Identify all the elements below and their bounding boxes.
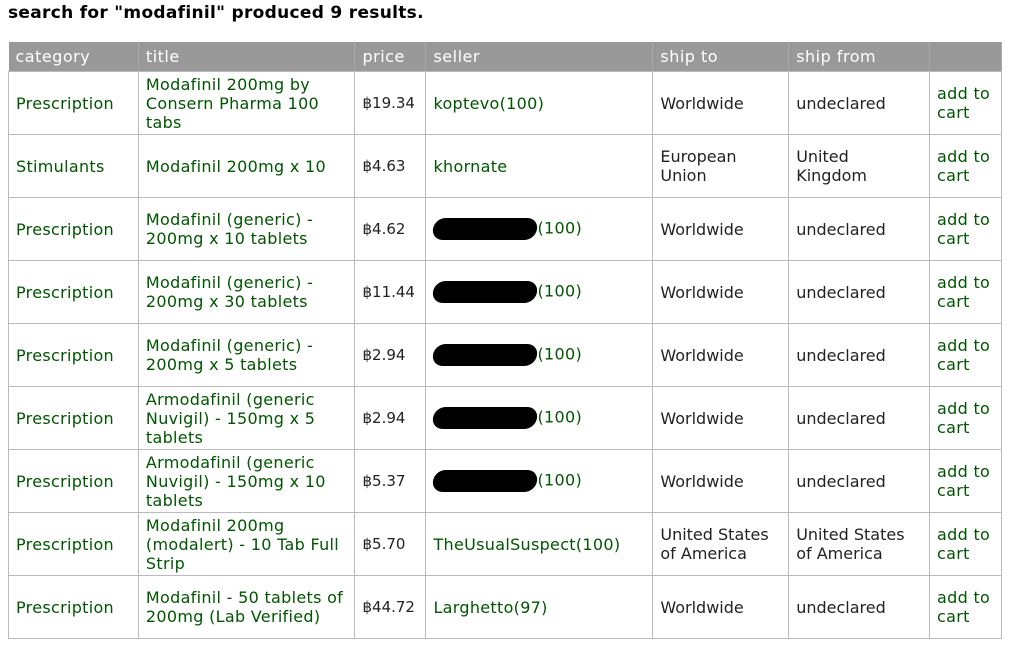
ship-to-cell: United States of America (652, 512, 790, 576)
ship-to-cell: European Union (652, 134, 790, 198)
price-cell: ฿4.62 (354, 197, 427, 261)
table-row: Prescription Modafinil (generic) - 200mg … (8, 260, 1002, 324)
ship-to-cell: Worldwide (652, 449, 790, 513)
results-table: category title price seller ship to ship… (8, 42, 1002, 639)
add-to-cart-link[interactable]: add to cart (929, 575, 1002, 639)
ship-to-cell: Worldwide (652, 260, 790, 324)
listing-title-link[interactable]: Modafinil (generic) - 200mg x 30 tablets (137, 260, 356, 324)
ship-from-cell: United States of America (788, 512, 931, 576)
seller-name: (100) (537, 344, 582, 364)
price-cell: ฿5.70 (354, 512, 427, 576)
seller-name: TheUsualSuspect(100) (433, 534, 621, 554)
seller-name: Larghetto(97) (433, 597, 548, 617)
redaction-mark (431, 470, 540, 492)
seller-name: (100) (537, 281, 582, 301)
table-row: Prescription Modafinil 200mg by Consern P… (8, 71, 1002, 135)
col-header-price: price (354, 42, 427, 72)
category-link[interactable]: Stimulants (8, 134, 139, 198)
listing-title-link[interactable]: Modafinil 200mg x 10 (137, 134, 356, 198)
ship-from-cell: undeclared (788, 323, 931, 387)
page-title: search for "modafinil" produced 9 result… (8, 3, 424, 23)
table-row: Prescription Armodafinil (generic Nuvigil… (8, 449, 1002, 513)
category-link[interactable]: Prescription (8, 449, 139, 513)
table-row: Prescription Modafinil - 50 tablets of 20… (8, 575, 1002, 639)
category-link[interactable]: Prescription (8, 512, 139, 576)
seller-link[interactable]: Larghetto(97) (425, 575, 654, 639)
add-to-cart-link[interactable]: add to cart (929, 449, 1002, 513)
listing-title-link[interactable]: Modafinil (generic) - 200mg x 5 tablets (137, 323, 356, 387)
seller-name: koptevo(100) (433, 93, 545, 113)
seller-link[interactable]: khornate (425, 134, 654, 198)
category-link[interactable]: Prescription (8, 386, 139, 450)
price-cell: ฿44.72 (354, 575, 427, 639)
add-to-cart-link[interactable]: add to cart (929, 260, 1002, 324)
seller-link[interactable]: (100) (425, 386, 654, 450)
category-link[interactable]: Prescription (8, 323, 139, 387)
ship-to-cell: Worldwide (652, 197, 790, 261)
price-cell: ฿19.34 (354, 71, 427, 135)
ship-from-cell: undeclared (788, 71, 931, 135)
seller-name: (100) (537, 470, 582, 490)
add-to-cart-link[interactable]: add to cart (929, 134, 1002, 198)
seller-link[interactable]: TheUsualSuspect(100) (425, 512, 654, 576)
price-cell: ฿5.37 (354, 449, 427, 513)
category-link[interactable]: Prescription (8, 575, 139, 639)
seller-link[interactable]: (100) (425, 260, 654, 324)
redaction-mark (431, 281, 540, 303)
price-cell: ฿2.94 (354, 386, 427, 450)
table-row: Prescription Modafinil (generic) - 200mg … (8, 197, 1002, 261)
add-to-cart-link[interactable]: add to cart (929, 197, 1002, 261)
col-header-action (929, 42, 1002, 72)
price-cell: ฿11.44 (354, 260, 427, 324)
category-link[interactable]: Prescription (8, 71, 139, 135)
listing-title-link[interactable]: Armodafinil (generic Nuvigil) - 150mg x … (137, 449, 356, 513)
ship-from-cell: undeclared (788, 449, 931, 513)
seller-link[interactable]: (100) (425, 197, 654, 261)
redaction-mark (431, 407, 540, 429)
ship-to-cell: Worldwide (652, 386, 790, 450)
seller-link[interactable]: koptevo(100) (425, 71, 654, 135)
add-to-cart-link[interactable]: add to cart (929, 323, 1002, 387)
listing-title-link[interactable]: Armodafinil (generic Nuvigil) - 150mg x … (137, 386, 356, 450)
add-to-cart-link[interactable]: add to cart (929, 512, 1002, 576)
price-cell: ฿4.63 (354, 134, 427, 198)
col-header-ship-from: ship from (788, 42, 931, 72)
category-link[interactable]: Prescription (8, 260, 139, 324)
ship-from-cell: undeclared (788, 386, 931, 450)
table-row: Stimulants Modafinil 200mg x 10 ฿4.63 khorn… (8, 134, 1002, 198)
seller-name: khornate (433, 156, 508, 176)
table-header-row: category title price seller ship to ship… (8, 42, 1002, 72)
ship-to-cell: Worldwide (652, 575, 790, 639)
table-row: Prescription Armodafinil (generic Nuvigil… (8, 386, 1002, 450)
col-header-seller: seller (425, 42, 654, 72)
table-row: Prescription Modafinil (generic) - 200mg … (8, 323, 1002, 387)
table-row: Prescription Modafinil 200mg (modalert) -… (8, 512, 1002, 576)
redaction-mark (431, 344, 540, 366)
ship-from-cell: undeclared (788, 575, 931, 639)
col-header-category: category (8, 42, 139, 72)
seller-link[interactable]: (100) (425, 323, 654, 387)
listing-title-link[interactable]: Modafinil (generic) - 200mg x 10 tablets (137, 197, 356, 261)
seller-name: (100) (537, 218, 582, 238)
ship-from-cell: undeclared (788, 260, 931, 324)
listing-title-link[interactable]: Modafinil - 50 tablets of 200mg (Lab Ver… (137, 575, 356, 639)
col-header-title: title (138, 42, 356, 72)
ship-from-cell: United Kingdom (788, 134, 931, 198)
add-to-cart-link[interactable]: add to cart (929, 386, 1002, 450)
redaction-mark (431, 218, 540, 240)
seller-name: (100) (537, 407, 582, 427)
listing-title-link[interactable]: Modafinil 200mg (modalert) - 10 Tab Full… (137, 512, 356, 576)
category-link[interactable]: Prescription (8, 197, 139, 261)
add-to-cart-link[interactable]: add to cart (929, 71, 1002, 135)
ship-to-cell: Worldwide (652, 71, 790, 135)
ship-from-cell: undeclared (788, 197, 931, 261)
price-cell: ฿2.94 (354, 323, 427, 387)
col-header-ship-to: ship to (652, 42, 790, 72)
listing-title-link[interactable]: Modafinil 200mg by Consern Pharma 100 ta… (137, 71, 356, 135)
seller-link[interactable]: (100) (425, 449, 654, 513)
ship-to-cell: Worldwide (652, 323, 790, 387)
